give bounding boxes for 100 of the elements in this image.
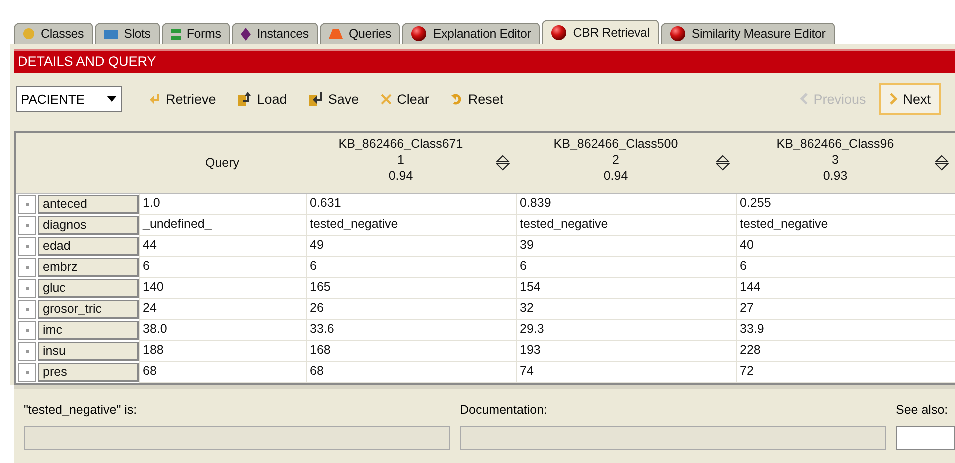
table-cell: 29.3 (516, 320, 736, 341)
table-cell: 188 (139, 341, 306, 362)
dropdown-arrow-icon (107, 96, 117, 102)
row-select-button[interactable] (18, 258, 36, 277)
table-cell: 6 (139, 257, 306, 278)
table-cell: 33.9 (736, 320, 955, 341)
folder-arrow-icon (238, 92, 252, 106)
return-arrow-icon (149, 93, 161, 105)
case-rank: 1 (398, 153, 404, 168)
table-cell: 40 (736, 236, 955, 257)
cross-icon (381, 94, 392, 104)
tab[interactable]: Explanation Editor (402, 23, 540, 44)
attribute-name: insu (38, 342, 139, 361)
toolbar-button[interactable]: Load (229, 88, 296, 110)
table-cell: 6 (516, 257, 736, 278)
rectangle-icon (104, 30, 118, 38)
table-cell: 38.0 (139, 320, 306, 341)
similarity-score: 0.94 (604, 169, 628, 184)
table-cell: 27 (736, 299, 955, 320)
table-cell: 39 (516, 236, 736, 257)
table-cell: 1.0 (139, 194, 306, 215)
row-select-button[interactable] (18, 300, 36, 319)
row-select-button[interactable] (18, 321, 36, 340)
case-name: KB_862466_Class671 (338, 137, 464, 152)
attribute-name: imc (38, 321, 139, 340)
panel-title-bar: DETAILS AND QUERY (14, 49, 955, 73)
table-cell: 0.631 (306, 194, 516, 215)
bars-icon (170, 28, 181, 40)
value-field[interactable] (24, 426, 450, 450)
see-also-field[interactable] (896, 426, 955, 450)
table-cell: 72 (736, 362, 955, 383)
table-cell: 228 (736, 341, 955, 362)
tab[interactable]: Instances (232, 23, 318, 44)
table-cell: 26 (306, 299, 516, 320)
row-select-button[interactable] (18, 342, 36, 361)
toolbar-button[interactable]: Save (300, 88, 368, 110)
documentation-field[interactable] (460, 426, 886, 450)
attribute-name: grosor_tric (38, 300, 139, 319)
table-cell: 0.839 (516, 194, 736, 215)
chevron-icon (889, 93, 898, 105)
table-cell: tested_negative (306, 215, 516, 236)
similarity-score: 0.93 (823, 169, 848, 184)
row-select-button[interactable] (18, 363, 36, 382)
row-select-button[interactable] (18, 237, 36, 256)
row-select-button[interactable] (18, 195, 36, 214)
row-select-button[interactable] (18, 216, 36, 235)
ball-icon (411, 26, 428, 42)
tab[interactable]: CBR Retrieval (542, 20, 659, 44)
table-cell: 32 (516, 299, 736, 320)
sort-icon (716, 155, 730, 171)
tab[interactable]: Queries (320, 23, 400, 44)
class-dropdown[interactable]: PACIENTE (16, 86, 122, 112)
table-cell: 165 (306, 278, 516, 299)
field-label: "tested_negative" is: (24, 403, 138, 417)
tab[interactable]: Classes (14, 23, 94, 44)
ball-icon (670, 26, 686, 42)
sort-icon (935, 155, 949, 171)
folder-arrow-icon (309, 92, 324, 106)
undo-icon (451, 93, 464, 105)
case-rank: 3 (832, 153, 839, 168)
trapezoid-icon (329, 29, 343, 39)
case-rank: 2 (612, 153, 620, 168)
table-cell: 68 (306, 362, 516, 383)
column-header: Query (205, 156, 240, 170)
circle-icon (23, 28, 35, 40)
table-cell: 24 (139, 299, 306, 320)
attribute-name: pres (38, 363, 139, 382)
table-cell: tested_negative (516, 215, 736, 236)
table-cell: _undefined_ (139, 215, 306, 236)
tab[interactable]: Similarity Measure Editor (660, 23, 835, 44)
tab[interactable]: Slots (95, 23, 160, 44)
toolbar-button[interactable]: Reset (442, 88, 513, 110)
field-label: See also: (896, 403, 950, 417)
table-cell: 154 (516, 278, 736, 299)
attribute-name: gluc (38, 279, 139, 298)
case-name: KB_862466_Class96 (776, 137, 894, 152)
row-select-button[interactable] (18, 279, 36, 298)
attribute-name: anteced (38, 195, 139, 214)
toolbar-button[interactable]: Retrieve (140, 88, 226, 110)
tab[interactable]: Forms (162, 23, 230, 44)
next-button[interactable]: Next (879, 83, 941, 115)
table-cell: 33.6 (306, 320, 516, 341)
diamond-icon (241, 28, 252, 40)
field-label: Documentation: (460, 403, 549, 417)
table-cell: tested_negative (736, 215, 955, 236)
table-cell: 140 (139, 278, 306, 299)
sort-icon (496, 155, 510, 171)
table-cell: 44 (139, 236, 306, 257)
table-cell: 74 (516, 362, 736, 383)
table-cell: 144 (736, 278, 955, 299)
table-cell: 168 (306, 341, 516, 362)
table-cell: 68 (139, 362, 306, 383)
chevron-icon (800, 93, 809, 105)
ball-icon (551, 24, 568, 40)
case-name: KB_862466_Class500 (554, 137, 678, 152)
toolbar-button[interactable]: Clear (372, 88, 438, 110)
table-cell: 6 (306, 257, 516, 278)
table-cell: 0.255 (736, 194, 955, 215)
table-cell: 6 (736, 257, 955, 278)
similarity-score: 0.94 (388, 169, 414, 184)
